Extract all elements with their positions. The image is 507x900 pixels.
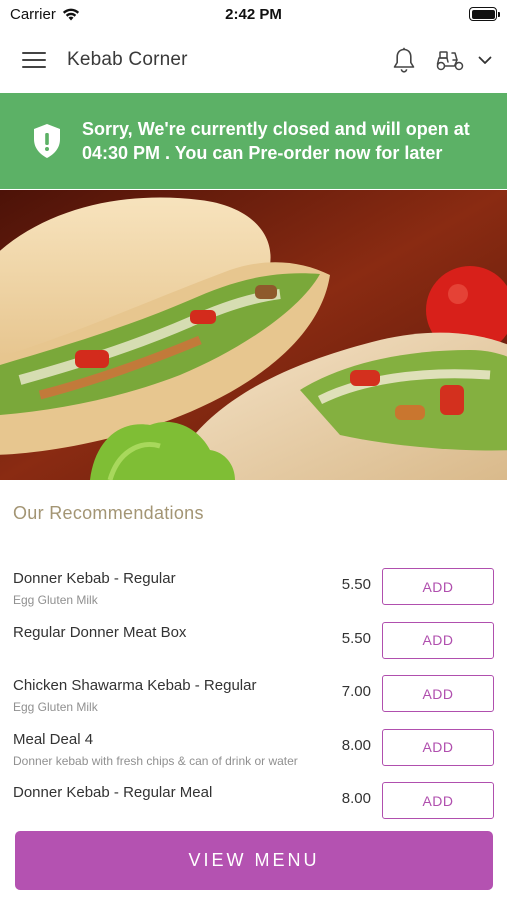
add-button[interactable]: ADD <box>382 782 494 819</box>
delivery-scooter-icon[interactable] <box>435 48 465 72</box>
menu-item-name: Regular Donner Meat Box <box>13 623 187 641</box>
header-actions <box>391 46 493 74</box>
add-button[interactable]: ADD <box>382 621 494 659</box>
carrier-label: Carrier <box>10 5 56 23</box>
hero-food-image <box>0 190 507 480</box>
status-bar: Carrier 2:42 PM <box>0 0 507 28</box>
menu-item-price: 5.50 <box>341 629 371 647</box>
menu-item-name: Meal Deal 4 <box>13 730 94 748</box>
menu-item-description: Donner kebab with fresh chips & can of d… <box>13 753 298 768</box>
shield-alert-icon <box>30 123 64 159</box>
menu-item-price: 8.00 <box>341 736 371 754</box>
view-menu-button[interactable]: VIEW MENU <box>15 831 493 890</box>
bell-icon[interactable] <box>391 46 417 74</box>
menu-item-price: 8.00 <box>341 790 371 807</box>
menu-item: Donner Kebab - Regular Meal 8.00 ADD <box>0 774 507 828</box>
wifi-icon <box>62 8 79 20</box>
menu-item: Meal Deal 4 Donner kebab with fresh chip… <box>0 721 507 775</box>
restaurant-title: Kebab Corner <box>67 49 188 70</box>
menu-item-name: Donner Kebab - Regular Meal <box>13 784 213 801</box>
add-button[interactable]: ADD <box>382 728 494 766</box>
recommendations-list: Donner Kebab - Regular Egg Gluten Milk 5… <box>0 560 507 828</box>
carrier: Carrier <box>10 6 80 23</box>
menu-item-allergens: Egg Gluten Milk <box>13 700 98 714</box>
menu-item-price: 7.00 <box>341 683 371 700</box>
closed-message: Sorry, We're currently closed and will o… <box>82 119 470 163</box>
menu-item-allergens: Egg Gluten Milk <box>13 593 98 607</box>
hamburger-menu-icon[interactable] <box>22 50 46 70</box>
chevron-down-icon[interactable] <box>477 52 493 68</box>
menu-item: Chicken Shawarma Kebab - Regular Egg Glu… <box>0 667 507 721</box>
recommendations-title: Our Recommendations <box>13 503 204 523</box>
menu-item: Donner Kebab - Regular Egg Gluten Milk 5… <box>0 560 507 614</box>
menu-item-price: 5.50 <box>341 576 371 593</box>
add-button[interactable]: ADD <box>382 568 494 605</box>
menu-item: Regular Donner Meat Box 5.50 ADD <box>0 614 507 668</box>
app-header: Kebab Corner <box>0 28 507 92</box>
menu-item-name: Donner Kebab - Regular <box>13 570 176 587</box>
closed-banner: Sorry, We're currently closed and will o… <box>0 93 507 189</box>
add-button[interactable]: ADD <box>382 675 494 712</box>
menu-item-name: Chicken Shawarma Kebab - Regular <box>13 677 257 694</box>
battery-icon <box>469 7 500 21</box>
